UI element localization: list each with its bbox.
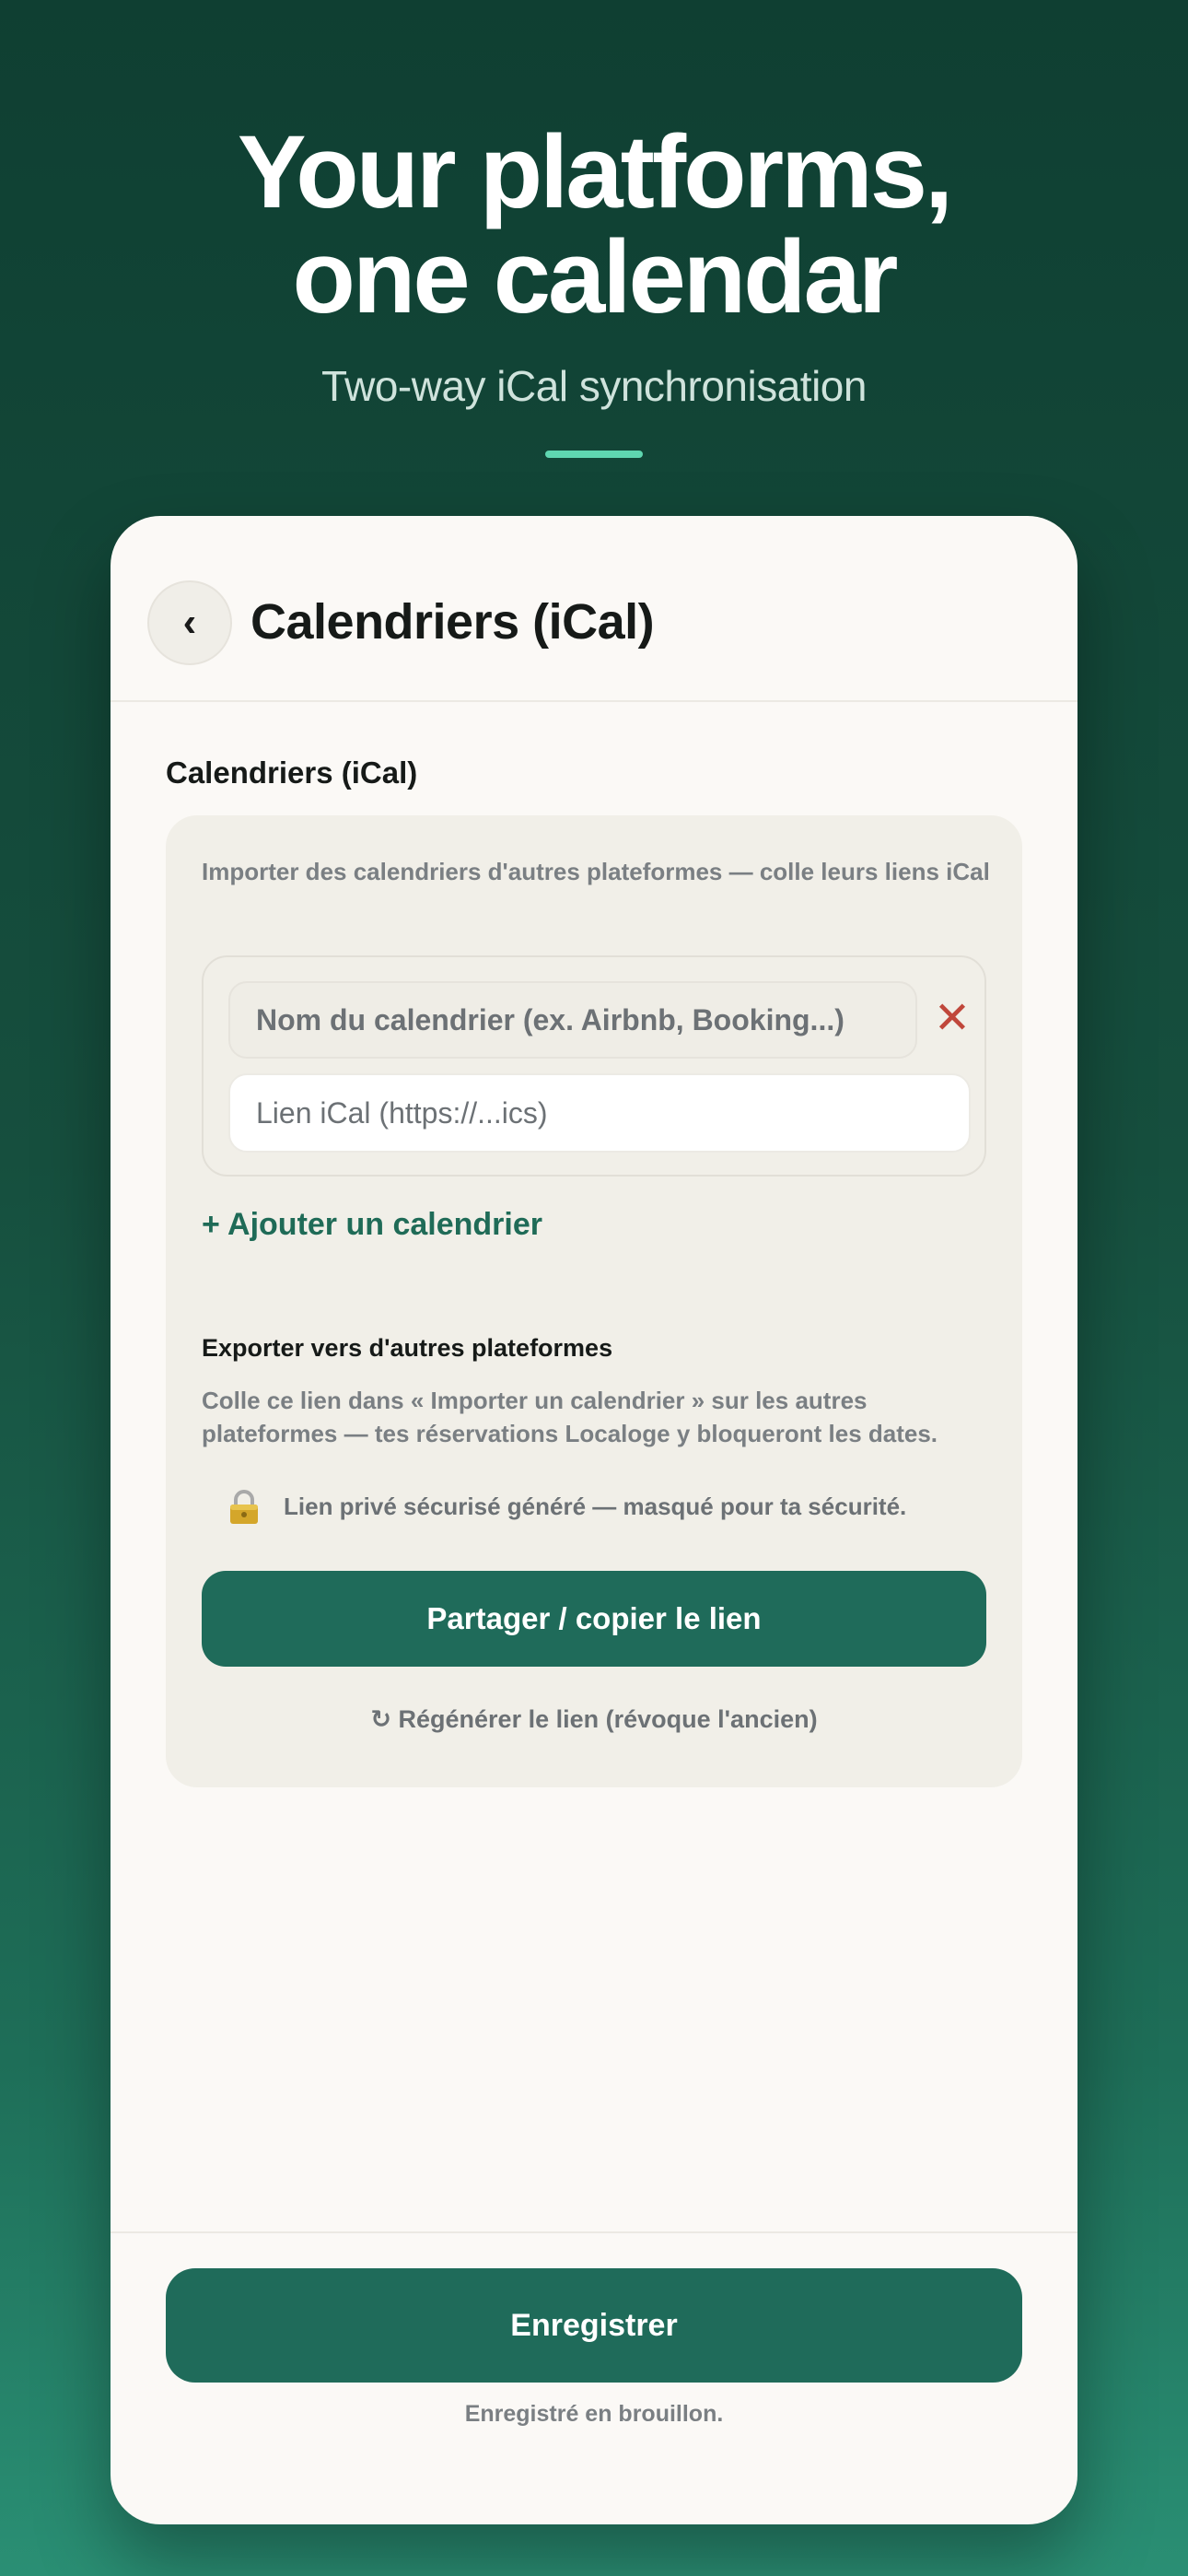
back-button[interactable]: ‹ — [147, 580, 232, 665]
page-title: Calendriers (iCal) — [250, 594, 655, 650]
close-icon: ✕ — [933, 994, 972, 1043]
hero-title-line2: one calendar — [292, 219, 899, 334]
export-description: Colle ce lien dans « Importer un calendr… — [202, 1387, 938, 1447]
import-intro-text: Importer des calendriers d'autres platef… — [202, 858, 990, 885]
calendar-name-input[interactable]: Nom du calendrier (ex. Airbnb, Booking..… — [228, 981, 917, 1059]
share-copy-link-button[interactable]: Partager / copier le lien — [202, 1571, 986, 1667]
phone-screen-card: ‹ Calendriers (iCal) Calendriers (iCal) … — [111, 516, 1077, 2524]
regenerate-link-button[interactable]: ↻ Régénérer le lien (révoque l'ancien) — [166, 1705, 1022, 1734]
hero-title-line1: Your platforms, — [237, 114, 953, 229]
hero-subtitle: Two-way iCal synchronisation — [321, 362, 867, 410]
ical-url-input[interactable]: Lien iCal (https://...ics) — [228, 1073, 971, 1153]
footer-divider — [111, 2231, 1077, 2233]
ical-panel: Importer des calendriers d'autres platef… — [166, 815, 1022, 1787]
save-button[interactable]: Enregistrer — [166, 2268, 1022, 2383]
calendar-entry: Nom du calendrier (ex. Airbnb, Booking..… — [202, 955, 986, 1177]
hero-title: Your platforms, one calendar — [0, 120, 1188, 330]
chevron-left-icon: ‹ — [182, 600, 197, 645]
hero-accent-bar — [545, 451, 643, 458]
screen-header: ‹ Calendriers (iCal) — [111, 516, 1077, 702]
section-heading: Calendriers (iCal) — [166, 755, 418, 790]
remove-calendar-button[interactable]: ✕ — [931, 997, 973, 1041]
save-status: Enregistré en brouillon. — [464, 2401, 724, 2427]
lock-icon — [230, 1490, 258, 1524]
export-heading: Exporter vers d'autres plateformes — [202, 1334, 613, 1362]
private-link-note: Lien privé sécurisé généré — masqué pour… — [284, 1493, 907, 1520]
add-calendar-button[interactable]: + Ajouter un calendrier — [202, 1207, 542, 1243]
